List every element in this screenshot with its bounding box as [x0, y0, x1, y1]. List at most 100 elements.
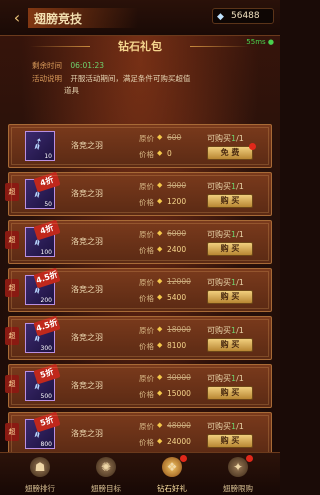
feather-icon: ➶ — [27, 323, 49, 348]
price: 8100 — [167, 341, 187, 350]
diamond-amount: 56488 — [231, 11, 260, 21]
diamond-balance: ◆ 56488 — [212, 8, 274, 24]
wing-feather-item-icon[interactable]: ➶ 800 — [25, 419, 55, 449]
nav-tab-1[interactable]: ☗ 翅膀排行 — [12, 455, 68, 495]
price-label: 价格 — [139, 150, 154, 159]
limit-prefix: 可购买 — [207, 374, 231, 383]
price-label: 价格 — [139, 342, 154, 351]
limit-count: 1 — [231, 182, 237, 191]
wing-feather-item-icon[interactable]: ➶ 300 — [25, 323, 55, 353]
free-claim-button[interactable]: 免 费 — [207, 146, 253, 160]
limit-total: /1 — [236, 374, 244, 383]
buy-button[interactable]: 购 买 — [207, 434, 253, 448]
item-name: 洛竞之羽 — [71, 285, 103, 294]
original-price-label: 原价 — [139, 134, 154, 143]
coin-icon: ◆ — [157, 149, 163, 157]
coin-icon: ◆ — [157, 197, 163, 205]
price: 2400 — [167, 245, 187, 254]
discount-badge: 5折 — [33, 363, 61, 385]
limit-prefix: 可购买 — [207, 230, 231, 239]
wing-feather-item-icon[interactable]: ➶ 10 — [25, 131, 55, 161]
original-price: 3000 — [167, 181, 187, 190]
original-price: 18000 — [167, 325, 191, 334]
coin-icon: ◆ — [157, 229, 163, 237]
limit-count: 1 — [231, 134, 237, 143]
original-price-label: 原价 — [139, 422, 154, 431]
hot-tag: 超 — [5, 327, 19, 345]
limit-total: /1 — [236, 134, 244, 143]
nav-tab-3[interactable]: ❖ 钻石好礼 — [144, 455, 200, 495]
banner-title: 钻石礼包 — [118, 40, 162, 53]
price-label: 价格 — [139, 438, 154, 447]
page-title: 翅膀竞技 — [34, 12, 83, 26]
discount-badge: 4.5折 — [33, 315, 61, 337]
wing-feather-item-icon[interactable]: ➶ 500 — [25, 371, 55, 401]
hot-tag: 超 — [5, 423, 19, 441]
feather-icon: ➶ — [27, 179, 49, 204]
ranking-icon: ☗ — [30, 457, 50, 477]
original-price: 12000 — [167, 277, 191, 286]
coin-icon: ◆ — [157, 277, 163, 285]
limit-prefix: 可购买 — [207, 134, 231, 143]
item-name: 洛竞之羽 — [71, 381, 103, 390]
wing-feather-item-icon[interactable]: ➶ 200 — [25, 275, 55, 305]
latency-indicator: 55ms ● — [246, 38, 274, 46]
buy-button[interactable]: 购 买 — [207, 290, 253, 304]
purchase-limit: 可购买1/1 — [207, 277, 244, 288]
nav-label: 翅膀目标 — [91, 484, 121, 493]
nav-label: 钻石好礼 — [157, 484, 187, 493]
desc-row-2: 道具 — [64, 85, 79, 96]
nav-tab-2[interactable]: ✺ 翅膀目标 — [78, 455, 134, 495]
discount-badge: 4.5折 — [33, 267, 61, 289]
nav-label: 翅膀限购 — [223, 484, 253, 493]
buy-button[interactable]: 购 买 — [207, 242, 253, 256]
original-price: 600 — [167, 133, 182, 142]
limit-prefix: 可购买 — [207, 182, 231, 191]
limit-count: 1 — [231, 422, 237, 431]
coin-icon: ◆ — [157, 133, 163, 141]
buy-button[interactable]: 购 买 — [207, 194, 253, 208]
limit-count: 1 — [231, 230, 237, 239]
original-price-label: 原价 — [139, 326, 154, 335]
hot-tag: 超 — [5, 279, 19, 297]
limit-total: /1 — [236, 278, 244, 287]
time-value: 06:01:23 — [70, 61, 105, 70]
discount-badge: 4折 — [33, 171, 61, 193]
nav-tab-4[interactable]: ✦ 翅膀限购 — [210, 455, 266, 495]
wing-feather-item-icon[interactable]: ➶ 50 — [25, 179, 55, 209]
feather-icon: ➶ — [27, 131, 49, 156]
bottom-nav: ☗ 翅膀排行 ✺ 翅膀目标 ❖ 钻石好礼 ✦ 翅膀限购 — [0, 452, 280, 495]
original-price: 48000 — [167, 421, 191, 430]
back-icon[interactable]: ‹ — [6, 8, 28, 28]
limit-prefix: 可购买 — [207, 422, 231, 431]
offer-card: ➶ 200 超 4.5折 洛竞之羽 原价 ◆ 12000 价格 ◆ 5400 可购买… — [5, 267, 272, 312]
offer-card: ➶ 50 超 4折 洛竞之羽 原价 ◆ 3000 价格 ◆ 1200 可购买1/1 … — [5, 171, 272, 216]
purchase-limit: 可购买1/1 — [207, 421, 244, 432]
offer-card: ➶ 800 超 5折 洛竞之羽 原价 ◆ 48000 价格 ◆ 24000 可购买1… — [5, 411, 272, 456]
notification-dot — [246, 455, 253, 462]
price-label: 价格 — [139, 198, 154, 207]
item-quantity: 50 — [44, 201, 52, 208]
coin-icon: ◆ — [157, 373, 163, 381]
limit-count: 1 — [231, 326, 237, 335]
title-banner: 翅膀竞技 — [28, 8, 138, 28]
price-label: 价格 — [139, 390, 154, 399]
desc-row: 活动说明 开服活动期间，满足条件可购买超值 — [32, 73, 190, 84]
item-quantity: 800 — [40, 441, 52, 448]
item-quantity: 100 — [40, 249, 52, 256]
desc-label: 活动说明 — [32, 74, 62, 83]
wing-feather-item-icon[interactable]: ➶ 100 — [25, 227, 55, 257]
top-bar: ‹ 翅膀竞技 ◆ 56488 — [0, 0, 280, 36]
gift-icon: ❖ — [162, 457, 182, 477]
item-name: 洛竞之羽 — [71, 237, 103, 246]
buy-button[interactable]: 购 买 — [207, 386, 253, 400]
buy-button[interactable]: 购 买 — [207, 338, 253, 352]
item-name: 洛竞之羽 — [71, 141, 103, 150]
price: 15000 — [167, 389, 191, 398]
hot-tag: 超 — [5, 231, 19, 249]
original-price-label: 原价 — [139, 230, 154, 239]
discount-badge: 5折 — [33, 411, 61, 433]
item-quantity: 300 — [40, 345, 52, 352]
limit-count: 1 — [231, 374, 237, 383]
price-label: 价格 — [139, 294, 154, 303]
